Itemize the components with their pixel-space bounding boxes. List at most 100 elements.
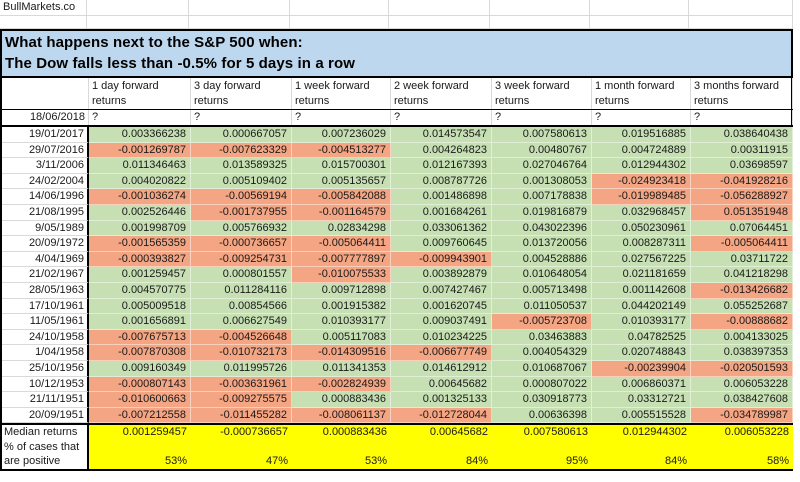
pending-value-cell[interactable]: ? [191, 110, 292, 125]
percent-value-cell[interactable]: 84% [391, 454, 492, 469]
value-cell[interactable]: 0.013720056 [492, 236, 592, 252]
value-cell[interactable]: 0.041218298 [691, 267, 793, 283]
value-cell[interactable]: -0.012728044 [391, 408, 492, 424]
date-cell[interactable]: 21/08/1995 [2, 205, 89, 221]
value-cell[interactable]: 0.001259457 [89, 267, 191, 283]
value-cell[interactable]: 0.033061362 [391, 221, 492, 237]
value-cell[interactable]: -0.001565359 [89, 236, 191, 252]
value-cell[interactable]: -0.007870308 [89, 345, 191, 361]
date-cell[interactable]: 24/02/2004 [2, 174, 89, 190]
value-cell[interactable]: 0.007580613 [492, 127, 592, 143]
column-header-3[interactable]: 1 week forward returns [292, 78, 391, 109]
value-cell[interactable]: 0.03711722 [691, 252, 793, 268]
value-cell[interactable]: -0.009275575 [191, 392, 292, 408]
value-cell[interactable]: 0.007427467 [391, 283, 492, 299]
value-cell[interactable]: 0.011050537 [492, 299, 592, 315]
value-cell[interactable]: 0.005109402 [191, 174, 292, 190]
date-cell[interactable]: 18/06/2018 [2, 110, 89, 125]
value-cell[interactable]: -0.005723708 [492, 314, 592, 330]
value-cell[interactable]: 0.009160349 [89, 361, 191, 377]
value-cell[interactable]: 0.011346463 [89, 158, 191, 174]
value-cell[interactable]: 0.006053228 [691, 377, 793, 393]
value-cell[interactable]: 0.015700301 [292, 158, 391, 174]
date-cell[interactable]: 20/09/1972 [2, 236, 89, 252]
date-cell[interactable]: 9/05/1989 [2, 221, 89, 237]
date-cell[interactable]: 29/07/2016 [2, 143, 89, 159]
value-cell[interactable]: -0.00888682 [691, 314, 793, 330]
value-cell[interactable]: 0.00854566 [191, 299, 292, 315]
value-cell[interactable]: -0.007777897 [292, 252, 391, 268]
date-cell[interactable]: 1/04/1958 [2, 345, 89, 361]
value-cell[interactable]: 0.014612912 [391, 361, 492, 377]
value-cell[interactable]: 0.004020822 [89, 174, 191, 190]
date-cell[interactable]: 17/10/1961 [2, 299, 89, 315]
date-cell[interactable]: 21/11/1951 [2, 392, 89, 408]
value-cell[interactable]: -0.008061137 [292, 408, 391, 424]
value-cell[interactable]: 0.001325133 [391, 392, 492, 408]
value-cell[interactable]: 0.03463883 [492, 330, 592, 346]
column-header-2[interactable]: 3 day forward returns [191, 78, 292, 109]
value-cell[interactable]: 0.010687067 [492, 361, 592, 377]
value-cell[interactable]: 0.019816879 [492, 205, 592, 221]
value-cell[interactable]: 0.011995726 [191, 361, 292, 377]
date-cell[interactable]: 25/10/1956 [2, 361, 89, 377]
date-cell[interactable]: 24/10/1958 [2, 330, 89, 346]
value-cell[interactable]: 0.011341353 [292, 361, 391, 377]
value-cell[interactable]: -0.034789987 [691, 408, 793, 424]
value-cell[interactable]: -0.000807143 [89, 377, 191, 393]
value-cell[interactable]: 0.004528886 [492, 252, 592, 268]
value-cell[interactable]: 0.001308053 [492, 174, 592, 190]
value-cell[interactable]: 0.005515528 [592, 408, 691, 424]
value-cell[interactable]: 0.004133025 [691, 330, 793, 346]
value-cell[interactable]: 0.001142608 [592, 283, 691, 299]
value-cell[interactable]: 0.001998709 [89, 221, 191, 237]
value-cell[interactable]: 0.008787726 [391, 174, 492, 190]
value-cell[interactable]: -0.000736657 [191, 236, 292, 252]
value-cell[interactable]: 0.00645682 [391, 377, 492, 393]
median-value-cell[interactable]: 0.00645682 [391, 425, 492, 440]
pending-value-cell[interactable]: ? [292, 110, 391, 125]
value-cell[interactable]: 0.007178838 [492, 189, 592, 205]
median-value-cell[interactable]: -0.000736657 [191, 425, 292, 440]
value-cell[interactable]: -0.004513277 [292, 143, 391, 159]
percent-value-cell[interactable]: 53% [89, 454, 191, 469]
value-cell[interactable]: -0.009254731 [191, 252, 292, 268]
date-cell[interactable]: 21/02/1967 [2, 267, 89, 283]
value-cell[interactable]: -0.00569194 [191, 189, 292, 205]
value-cell[interactable]: -0.001737955 [191, 205, 292, 221]
value-cell[interactable]: -0.011455282 [191, 408, 292, 424]
value-cell[interactable]: -0.014309516 [292, 345, 391, 361]
percent-value-cell[interactable]: 95% [492, 454, 592, 469]
percent-value-cell[interactable]: 84% [592, 454, 691, 469]
value-cell[interactable]: 0.07064451 [691, 221, 793, 237]
value-cell[interactable]: 0.038427608 [691, 392, 793, 408]
value-cell[interactable]: 0.009712898 [292, 283, 391, 299]
date-cell[interactable]: 19/01/2017 [2, 127, 89, 143]
value-cell[interactable]: -0.001164579 [292, 205, 391, 221]
value-cell[interactable]: -0.004526648 [191, 330, 292, 346]
value-cell[interactable]: 0.000807022 [492, 377, 592, 393]
median-value-cell[interactable]: 0.000883436 [292, 425, 391, 440]
value-cell[interactable]: 0.005009518 [89, 299, 191, 315]
value-cell[interactable]: 0.002526446 [89, 205, 191, 221]
value-cell[interactable]: 0.009037491 [391, 314, 492, 330]
column-header-4[interactable]: 2 week forward returns [391, 78, 492, 109]
value-cell[interactable]: 0.027567225 [592, 252, 691, 268]
date-cell[interactable]: 20/09/1951 [2, 408, 89, 424]
value-cell[interactable]: -0.000393827 [89, 252, 191, 268]
value-cell[interactable]: 0.021181659 [592, 267, 691, 283]
value-cell[interactable]: -0.001269787 [89, 143, 191, 159]
percent-value-cell[interactable]: 47% [191, 454, 292, 469]
value-cell[interactable]: -0.007623329 [191, 143, 292, 159]
value-cell[interactable]: 0.004054329 [492, 345, 592, 361]
percent-value-cell[interactable]: 53% [292, 454, 391, 469]
value-cell[interactable]: 0.030918773 [492, 392, 592, 408]
value-cell[interactable]: 0.001486898 [391, 189, 492, 205]
date-cell[interactable]: 28/05/1963 [2, 283, 89, 299]
value-cell[interactable]: -0.009943901 [391, 252, 492, 268]
value-cell[interactable]: 0.038640438 [691, 127, 793, 143]
value-cell[interactable]: 0.001656891 [89, 314, 191, 330]
value-cell[interactable]: 0.00636398 [492, 408, 592, 424]
value-cell[interactable]: -0.019989485 [592, 189, 691, 205]
value-cell[interactable]: 0.027046764 [492, 158, 592, 174]
